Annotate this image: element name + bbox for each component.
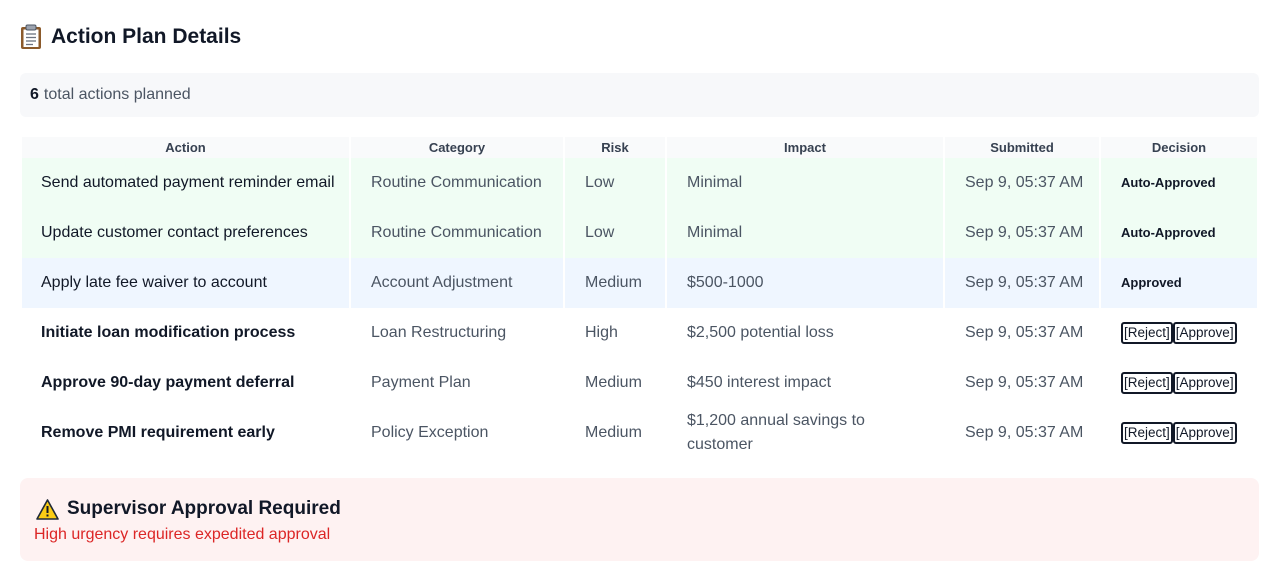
column-header-risk: Risk [564, 137, 667, 158]
table-header-row: Action Category Risk Impact Submitted De… [22, 137, 1257, 158]
table-row: Approve 90-day payment deferral Payment … [22, 358, 1257, 408]
page-header: Action Plan Details [20, 24, 241, 50]
action-cell: Approve 90-day payment deferral [22, 358, 351, 408]
table-row: Initiate loan modification process Loan … [22, 308, 1257, 358]
approve-button[interactable]: [Approve] [1172, 321, 1237, 344]
decision-status: Auto-Approved [1121, 225, 1216, 240]
clipboard-icon [21, 24, 41, 49]
alert-header: Supervisor Approval Required [36, 498, 341, 520]
category-cell: Policy Exception [350, 408, 565, 458]
category-cell: Loan Restructuring [350, 308, 565, 358]
table-row: Remove PMI requirement early Policy Exce… [22, 408, 1257, 458]
column-header-submitted: Submitted [944, 137, 1101, 158]
table-row: Apply late fee waiver to account Account… [22, 258, 1257, 308]
decision-cell: Approved [1100, 258, 1257, 308]
submitted-cell: Sep 9, 05:37 AM [944, 358, 1101, 408]
alert-title: Supervisor Approval Required [67, 498, 341, 519]
supervisor-approval-alert: Supervisor Approval Required High urgenc… [20, 478, 1259, 561]
column-header-impact: Impact [666, 137, 945, 158]
column-header-decision: Decision [1100, 137, 1257, 158]
decision-cell: [Reject] [Approve] [1100, 308, 1257, 358]
risk-cell: Medium [564, 258, 667, 308]
approve-button[interactable]: [Approve] [1172, 421, 1237, 444]
impact-cell: $450 interest impact [666, 358, 945, 408]
decision-cell: [Reject] [Approve] [1100, 358, 1257, 408]
action-cell: Initiate loan modification process [22, 308, 351, 358]
risk-cell: Low [564, 158, 667, 208]
decision-cell: Auto-Approved [1100, 208, 1257, 258]
category-cell: Payment Plan [350, 358, 565, 408]
reject-button[interactable]: [Reject] [1121, 421, 1173, 444]
category-cell: Account Adjustment [350, 258, 565, 308]
impact-cell: $1,200 annual savings to customer [666, 408, 945, 458]
action-cell: Remove PMI requirement early [22, 408, 351, 458]
action-cell: Apply late fee waiver to account [22, 258, 351, 308]
reject-button[interactable]: [Reject] [1121, 371, 1173, 394]
risk-cell: High [564, 308, 667, 358]
impact-cell: Minimal [666, 158, 945, 208]
reject-button[interactable]: [Reject] [1121, 321, 1173, 344]
impact-cell: Minimal [666, 208, 945, 258]
category-cell: Routine Communication [350, 158, 565, 208]
approve-button[interactable]: [Approve] [1172, 371, 1237, 394]
submitted-cell: Sep 9, 05:37 AM [944, 158, 1101, 208]
submitted-cell: Sep 9, 05:37 AM [944, 408, 1101, 458]
total-actions-count: 6 [30, 86, 39, 103]
action-cell: Update customer contact preferences [22, 208, 351, 258]
alert-message: High urgency requires expedited approval [34, 526, 331, 543]
risk-cell: Medium [564, 358, 667, 408]
decision-cell: [Reject] [Approve] [1100, 408, 1257, 458]
risk-cell: Medium [564, 408, 667, 458]
impact-cell: $500-1000 [666, 258, 945, 308]
decision-status: Approved [1121, 275, 1182, 290]
table-row: Update customer contact preferences Rout… [22, 208, 1257, 258]
submitted-cell: Sep 9, 05:37 AM [944, 258, 1101, 308]
column-header-action: Action [22, 137, 351, 158]
submitted-cell: Sep 9, 05:37 AM [944, 308, 1101, 358]
action-plan-table: Action Category Risk Impact Submitted De… [22, 137, 1257, 458]
column-header-category: Category [350, 137, 565, 158]
category-cell: Routine Communication [350, 208, 565, 258]
risk-cell: Low [564, 208, 667, 258]
decision-cell: Auto-Approved [1100, 158, 1257, 208]
summary-bar: 6 total actions planned [20, 73, 1259, 117]
submitted-cell: Sep 9, 05:37 AM [944, 208, 1101, 258]
warning-icon [36, 498, 59, 520]
decision-status: Auto-Approved [1121, 175, 1216, 190]
table-row: Send automated payment reminder email Ro… [22, 158, 1257, 208]
page-title: Action Plan Details [51, 25, 242, 48]
impact-cell: $2,500 potential loss [666, 308, 945, 358]
total-actions-label: total actions planned [43, 86, 191, 103]
action-cell: Send automated payment reminder email [22, 158, 351, 208]
